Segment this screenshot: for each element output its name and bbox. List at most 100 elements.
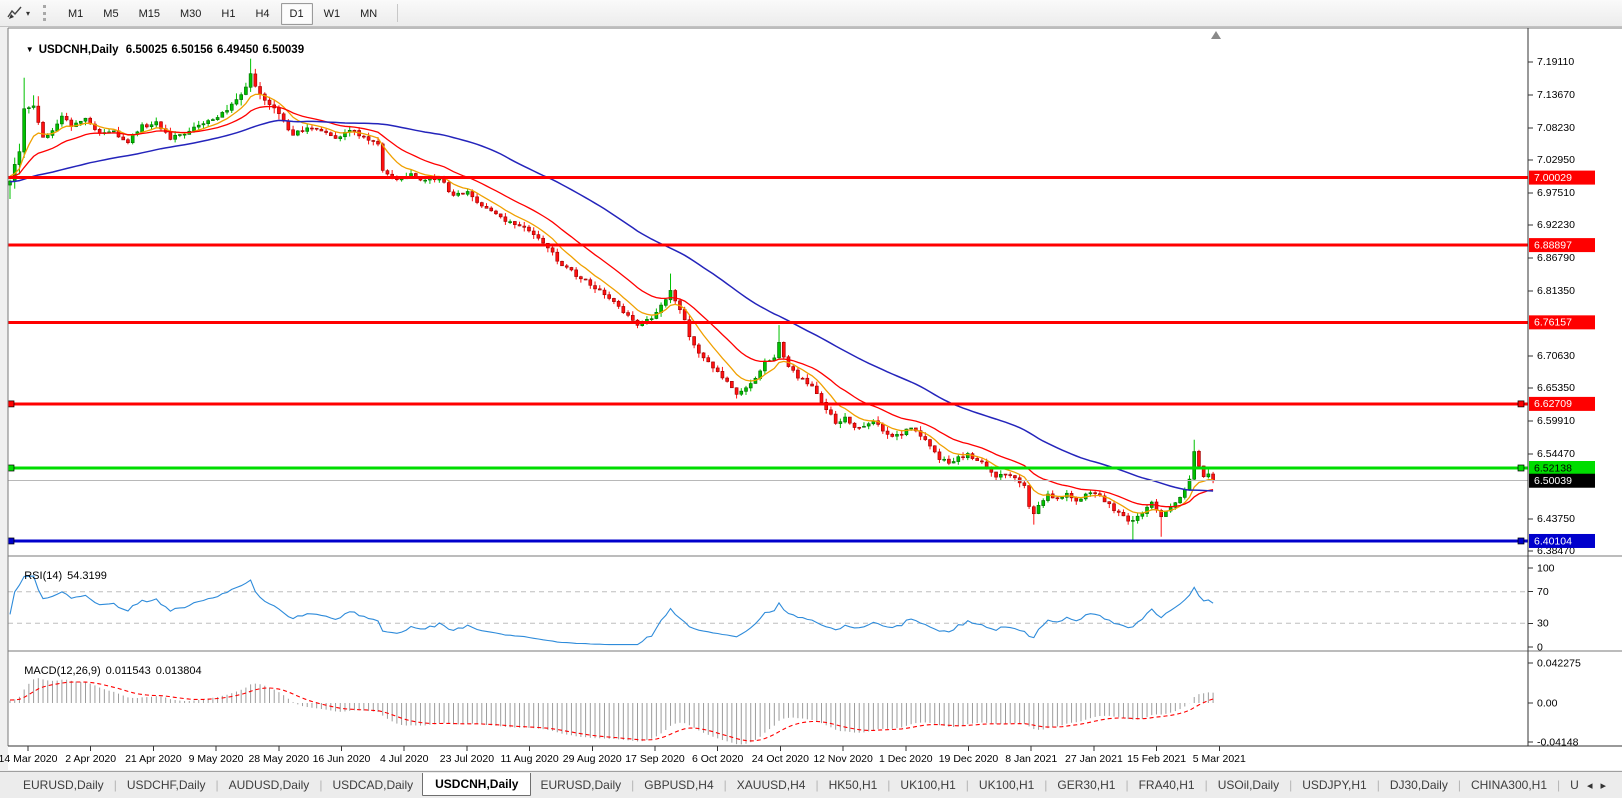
tab-xauusd-h4[interactable]: XAUUSD,H4 (728, 773, 815, 797)
tabs-scroll-right-icon[interactable]: ▸ (1600, 780, 1614, 792)
timeframe-button-D1[interactable]: D1 (281, 3, 313, 25)
tab-usoil[interactable]: USOil, (1561, 773, 1579, 797)
bear-candle (938, 452, 941, 460)
bull-candle (839, 422, 842, 424)
bear-candle (735, 388, 738, 395)
bear-candle (287, 121, 290, 130)
timeframe-button-H4[interactable]: H4 (246, 3, 278, 25)
tab-usoil-daily[interactable]: USOil,Daily (1209, 773, 1288, 797)
time-axis-label: 24 Oct 2020 (752, 753, 809, 765)
bull-candle (1193, 452, 1196, 480)
bear-candle (891, 434, 894, 436)
line-tool-button[interactable]: ▾ (4, 3, 33, 23)
bear-candle (561, 261, 564, 265)
tab-eurusd-daily[interactable]: EURUSD,Daily (531, 773, 630, 797)
bear-candle (523, 226, 526, 227)
bear-candle (886, 431, 889, 434)
tool-dropdown-caret-icon[interactable]: ▾ (26, 9, 30, 18)
price-tick-label: 6.65350 (1537, 382, 1575, 394)
timeframe-button-W1[interactable]: W1 (315, 3, 350, 25)
tab-gbpusd-h4[interactable]: GBPUSD,H4 (635, 773, 722, 797)
hline-handle-right-6.52138[interactable] (1518, 465, 1524, 471)
bull-candle (230, 104, 233, 110)
chart-window[interactable]: 7.191107.136707.082307.029506.975106.922… (0, 27, 1622, 770)
bull-candle (244, 87, 247, 95)
price-chart-canvas[interactable]: 7.191107.136707.082307.029506.975106.922… (0, 27, 1622, 770)
hline-handle-left-6.62709[interactable] (8, 401, 14, 407)
tab-uk100-h1[interactable]: UK100,H1 (891, 773, 964, 797)
bull-candle (895, 434, 898, 436)
time-axis-label: 19 Dec 2020 (939, 753, 999, 765)
tab-hk50-h1[interactable]: HK50,H1 (820, 773, 887, 797)
bear-candle (603, 290, 606, 295)
bear-candle (518, 225, 521, 226)
price-tick-label: 6.59910 (1537, 415, 1575, 427)
bull-candle (155, 122, 158, 125)
bull-candle (240, 95, 243, 100)
time-axis-label: 17 Sep 2020 (625, 753, 685, 765)
tab-china300-h1[interactable]: CHINA300,H1 (1462, 773, 1556, 797)
tab-separator: | (1377, 778, 1380, 792)
bull-candle (763, 361, 766, 371)
bull-candle (306, 128, 309, 132)
bear-candle (532, 231, 535, 235)
bull-candle (1179, 497, 1182, 502)
bear-candle (499, 214, 502, 217)
timeframe-button-M30[interactable]: M30 (171, 3, 210, 25)
tab-uk100-h1[interactable]: UK100,H1 (970, 773, 1043, 797)
ohlc-low: 6.49450 (217, 44, 259, 56)
bear-candle (65, 116, 68, 120)
bull-candle (339, 137, 342, 139)
macd-tick-label: -0.04148 (1537, 737, 1579, 749)
bear-candle (334, 136, 337, 139)
bull-candle (1061, 497, 1064, 498)
tab-usdjpy-h1[interactable]: USDJPY,H1 (1293, 773, 1375, 797)
timeframe-button-MN[interactable]: MN (351, 3, 386, 25)
rsi-name: RSI(14) (24, 570, 62, 582)
ohlc-high: 6.50156 (171, 44, 213, 56)
timeframe-button-M5[interactable]: M5 (94, 3, 127, 25)
tab-separator: | (815, 778, 818, 792)
hline-handle-left-6.40104[interactable] (8, 538, 14, 544)
bull-candle (150, 125, 153, 127)
bull-candle (131, 134, 134, 142)
bull-candle (457, 193, 460, 195)
time-axis-label: 15 Feb 2021 (1127, 753, 1186, 765)
bear-candle (848, 417, 851, 423)
time-axis-label: 23 Jul 2020 (440, 753, 494, 765)
timeframe-buttons: M1M5M15M30H1H4D1W1MN (58, 4, 387, 22)
tab-audusd-daily[interactable]: AUDUSD,Daily (220, 773, 319, 797)
toolbar-grip-handle[interactable] (43, 5, 50, 21)
tab-separator: | (319, 778, 322, 792)
time-axis-label: 1 Dec 2020 (879, 753, 933, 765)
tab-ger30-h1[interactable]: GER30,H1 (1048, 773, 1124, 797)
rsi-indicator-label: RSI(14)54.3199 (12, 558, 112, 594)
bull-candle (740, 391, 743, 394)
bull-candle (84, 118, 87, 121)
bear-candle (617, 301, 620, 306)
tab-usdcnh-daily[interactable]: USDCNH,Daily (422, 773, 531, 796)
bear-candle (329, 133, 332, 136)
timeframe-button-M15[interactable]: M15 (130, 3, 169, 25)
bull-candle (46, 135, 49, 137)
tabs-scroll-left-icon[interactable]: ◂ (1587, 780, 1601, 792)
bear-candle (1122, 512, 1125, 516)
tab-fra40-h1[interactable]: FRA40,H1 (1130, 773, 1204, 797)
bull-candle (749, 384, 752, 388)
timeframe-button-M1[interactable]: M1 (59, 3, 92, 25)
bear-candle (929, 440, 932, 446)
price-tick-label: 7.02950 (1537, 154, 1575, 166)
bear-candle (527, 227, 530, 231)
hline-handle-right-6.40104[interactable] (1518, 538, 1524, 544)
timeframe-button-H1[interactable]: H1 (212, 3, 244, 25)
bear-candle (815, 386, 818, 394)
tab-eurusd-daily[interactable]: EURUSD,Daily (14, 773, 113, 797)
hline-handle-left-6.52138[interactable] (8, 465, 14, 471)
tab-usdchf-daily[interactable]: USDCHF,Daily (118, 773, 215, 797)
hline-handle-right-6.62709[interactable] (1518, 401, 1524, 407)
bull-candle (235, 100, 238, 104)
bull-candle (207, 121, 210, 124)
chart-objects-caret-icon[interactable]: ▼ (26, 45, 34, 54)
tab-dj30-daily[interactable]: DJ30,Daily (1381, 773, 1457, 797)
tab-usdcad-daily[interactable]: USDCAD,Daily (323, 773, 422, 797)
